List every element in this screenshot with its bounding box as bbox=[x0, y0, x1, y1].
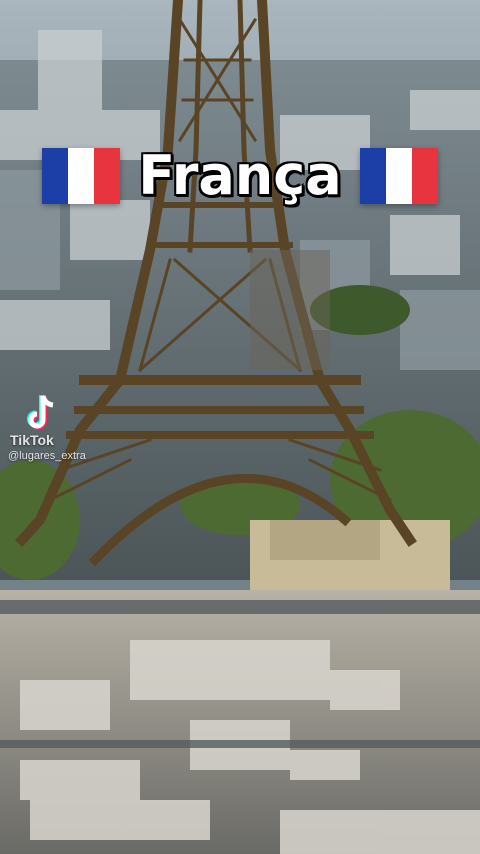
france-flag-right-icon bbox=[359, 148, 438, 204]
france-flag-left-icon bbox=[42, 148, 121, 204]
tiktok-brand-label: TikTok bbox=[10, 432, 54, 448]
title-overlay: França bbox=[0, 140, 480, 212]
video-title: França bbox=[138, 144, 342, 207]
tiktok-watermark: TikTok @lugares_extra bbox=[8, 392, 128, 466]
creator-handle: @lugares_extra bbox=[8, 450, 86, 462]
tiktok-logo-icon bbox=[27, 395, 54, 430]
